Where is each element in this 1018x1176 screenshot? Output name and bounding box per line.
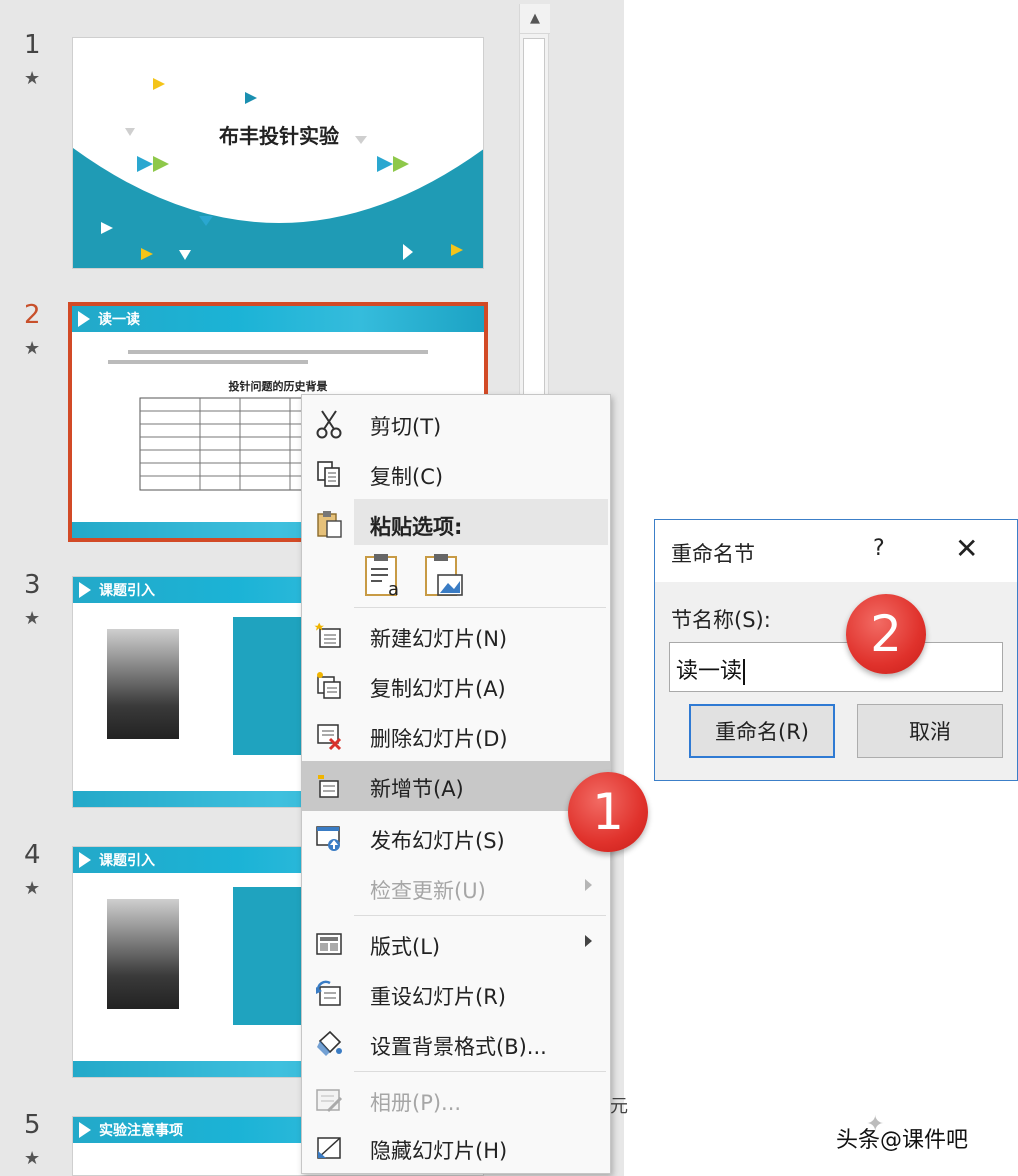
paint-bucket-icon: [312, 1028, 346, 1060]
watermark-text: 头条@课件吧: [836, 1128, 969, 1153]
animation-star-icon: ★: [24, 608, 41, 629]
slide-number-4: 4: [24, 840, 41, 870]
menu-item-copy[interactable]: 复制(C): [302, 449, 610, 499]
paste-icon: [312, 508, 346, 540]
slide-number-3: 3: [24, 570, 41, 600]
menu-item-add-section[interactable]: 新增节(A): [302, 761, 610, 811]
menu-label: 相册(P)...: [370, 1091, 462, 1115]
menu-item-duplicate-slide[interactable]: 复制幻灯片(A): [302, 661, 610, 711]
delete-slide-icon: [312, 720, 346, 752]
publish-slides-icon: [312, 822, 346, 854]
menu-label: 重设幻灯片(R): [370, 985, 506, 1009]
menu-label: 检查更新(U): [370, 879, 486, 903]
menu-item-format-background[interactable]: 设置背景格式(B)...: [302, 1019, 610, 1069]
animation-star-icon: ★: [24, 878, 41, 899]
menu-item-publish-slides[interactable]: 发布幻灯片(S): [302, 813, 610, 863]
menu-label: 剪切(T): [370, 415, 442, 439]
play-arrow-icon: [79, 852, 91, 868]
submenu-arrow-icon: [585, 879, 592, 891]
menu-item-cut[interactable]: 剪切(T): [302, 399, 610, 449]
copy-icon: [312, 458, 346, 490]
menu-label: 发布幻灯片(S): [370, 829, 505, 853]
menu-label: 新增节(A): [370, 777, 464, 801]
menu-label: 新建幻灯片(N): [370, 627, 508, 651]
context-menu: 剪切(T) 复制(C) 粘贴选项: a 新建幻灯片(N) 复制幻灯片(A) 删除…: [301, 394, 611, 1174]
animation-star-icon: ★: [24, 1148, 41, 1169]
svg-text:a: a: [388, 579, 399, 599]
slide-number-5: 5: [24, 1110, 41, 1140]
menu-label: 复制(C): [370, 465, 444, 489]
scissors-icon: [312, 408, 346, 440]
cancel-button[interactable]: 取消: [857, 704, 1003, 758]
menu-label: 版式(L): [370, 935, 441, 959]
rename-section-dialog: 重命名节 ? ✕ 节名称(S): 读一读 重命名(R) 取消: [654, 519, 1018, 781]
menu-item-check-updates[interactable]: 检查更新(U): [302, 863, 610, 913]
reset-slide-icon: [312, 978, 346, 1010]
menu-item-delete-slide[interactable]: 删除幻灯片(D): [302, 711, 610, 761]
add-section-icon: [312, 770, 346, 802]
menu-label: 删除幻灯片(D): [370, 727, 508, 751]
rename-button[interactable]: 重命名(R): [689, 704, 835, 758]
menu-item-reset-slide[interactable]: 重设幻灯片(R): [302, 969, 610, 1019]
partial-text: 元: [610, 1096, 628, 1117]
close-icon[interactable]: ✕: [955, 532, 978, 565]
menu-item-hide-slide[interactable]: 隐藏幻灯片(H): [302, 1123, 610, 1173]
paste-keep-text-icon[interactable]: a: [362, 553, 406, 600]
help-icon[interactable]: ?: [873, 536, 885, 561]
paste-picture-icon[interactable]: [422, 553, 466, 599]
dialog-title: 重命名节: [671, 542, 755, 566]
slide-5-title: 实验注意事项: [99, 1123, 183, 1139]
slide-number-2: 2: [24, 300, 41, 330]
scroll-up-arrow-icon[interactable]: ▲: [520, 4, 550, 34]
section-name-label: 节名称(S):: [671, 608, 771, 632]
menu-label: 隐藏幻灯片(H): [370, 1139, 508, 1163]
step-badge-2: 2: [846, 594, 926, 674]
play-arrow-icon: [79, 1122, 91, 1138]
section-name-value: 读一读: [676, 659, 743, 684]
menu-label: 复制幻灯片(A): [370, 677, 506, 701]
duplicate-slide-icon: [312, 670, 346, 702]
portrait-image: [107, 629, 179, 739]
menu-item-new-slide[interactable]: 新建幻灯片(N): [302, 611, 610, 661]
layout-icon: [312, 928, 346, 960]
slide-thumbnail-1[interactable]: 布丰投针实验: [72, 37, 484, 269]
animation-star-icon: ★: [24, 68, 41, 89]
slide-1-title: 布丰投针实验: [219, 124, 339, 148]
text-caret: [743, 659, 746, 685]
scrollbar-thumb[interactable]: [523, 38, 545, 398]
menu-label: 粘贴选项:: [370, 515, 463, 539]
photo-album-icon: [312, 1084, 346, 1116]
powerpoint-screen: 1 ★ 布丰投针实验 2 ★ 读一读 投针问题的历史背景 3 ★ 课题引入 4 …: [0, 0, 1018, 1176]
section-name-input[interactable]: 读一读: [669, 642, 1003, 692]
menu-item-layout[interactable]: 版式(L): [302, 919, 610, 969]
menu-label: 设置背景格式(B)...: [370, 1035, 547, 1059]
menu-item-paste-options: 粘贴选项:: [302, 499, 610, 549]
slide-1-graphics: [73, 78, 483, 268]
hide-slide-icon: [312, 1132, 346, 1164]
slide-3-title: 课题引入: [99, 583, 155, 599]
submenu-arrow-icon: [585, 935, 592, 947]
slide-4-title: 课题引入: [99, 853, 155, 869]
menu-item-photo-album[interactable]: 相册(P)...: [302, 1075, 610, 1125]
step-badge-1: 1: [568, 772, 648, 852]
new-slide-icon: [312, 620, 346, 652]
animation-star-icon: ★: [24, 338, 41, 359]
portrait-image: [107, 899, 179, 1009]
slide-number-1: 1: [24, 30, 41, 60]
play-arrow-icon: [79, 582, 91, 598]
